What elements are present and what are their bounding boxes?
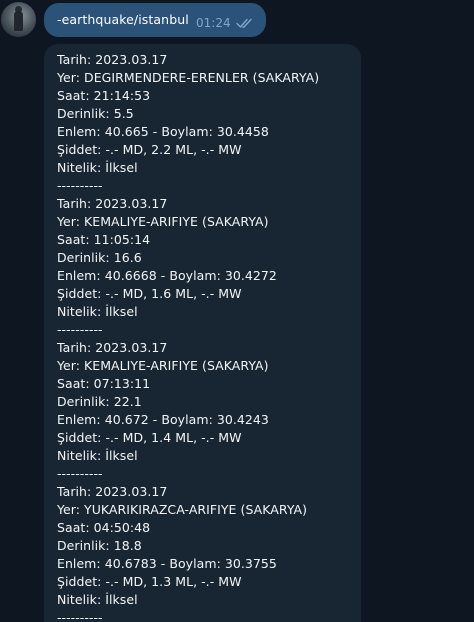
message-line: ---------- <box>57 610 103 622</box>
message-line: Derinlik: 16.6 <box>57 250 142 265</box>
message-line: Tarih: 2023.03.17 <box>57 484 168 499</box>
double-check-icon <box>236 18 252 29</box>
message-line: ---------- <box>57 466 103 481</box>
chat-view: -earthquake/istanbul 01:24 Tarih: 2023.0… <box>0 0 474 622</box>
message-line: Saat: 21:14:53 <box>57 88 151 103</box>
received-message-bubble[interactable]: Tarih: 2023.03.17 Yer: DEGIRMENDERE-ERENL… <box>44 44 361 622</box>
message-line: Saat: 04:50:48 <box>57 520 151 535</box>
message-line: Yer: KEMALIYE-ARIFIYE (SAKARYA) <box>57 214 269 229</box>
message-line: Enlem: 40.6783 - Boylam: 30.3755 <box>57 556 277 571</box>
message-line: Yer: DEGIRMENDERE-ERENLER (SAKARYA) <box>57 70 320 85</box>
user-avatar[interactable] <box>1 2 36 37</box>
message-line: ---------- <box>57 322 103 337</box>
message-line: Şiddet: -.- MD, 1.3 ML, -.- MW <box>57 574 242 589</box>
message-line: Derinlik: 5.5 <box>57 106 134 121</box>
message-line: Yer: YUKARIKIRAZCA-ARIFIYE (SAKARYA) <box>57 502 308 517</box>
message-line: Tarih: 2023.03.17 <box>57 52 168 67</box>
message-line: ---------- <box>57 178 103 193</box>
message-line: Enlem: 40.665 - Boylam: 30.4458 <box>57 124 269 139</box>
message-line: Derinlik: 18.8 <box>57 538 142 553</box>
message-line: Derinlik: 22.1 <box>57 394 142 409</box>
message-line: Saat: 07:13:11 <box>57 376 151 391</box>
avatar-figure-body <box>14 11 23 31</box>
message-line: Nitelik: İlksel <box>57 592 138 607</box>
message-line: Şiddet: -.- MD, 1.6 ML, -.- MW <box>57 286 242 301</box>
message-line: Nitelik: İlksel <box>57 304 138 319</box>
message-line: Tarih: 2023.03.17 <box>57 340 168 355</box>
message-line: Nitelik: İlksel <box>57 448 138 463</box>
message-line: Saat: 11:05:14 <box>57 232 151 247</box>
message-line: Yer: KEMALIYE-ARIFIYE (SAKARYA) <box>57 358 269 373</box>
message-line: Şiddet: -.- MD, 1.4 ML, -.- MW <box>57 430 242 445</box>
message-line: Enlem: 40.6668 - Boylam: 30.4272 <box>57 268 277 283</box>
message-time: 01:24 <box>196 16 231 30</box>
message-line: Enlem: 40.672 - Boylam: 30.4243 <box>57 412 269 427</box>
sent-message-text: -earthquake/istanbul <box>57 12 189 27</box>
message-line: Nitelik: İlksel <box>57 160 138 175</box>
message-line: Tarih: 2023.03.17 <box>57 196 168 211</box>
sent-message-bubble[interactable]: -earthquake/istanbul 01:24 <box>44 3 266 37</box>
message-line: Şiddet: -.- MD, 2.2 ML, -.- MW <box>57 142 242 157</box>
